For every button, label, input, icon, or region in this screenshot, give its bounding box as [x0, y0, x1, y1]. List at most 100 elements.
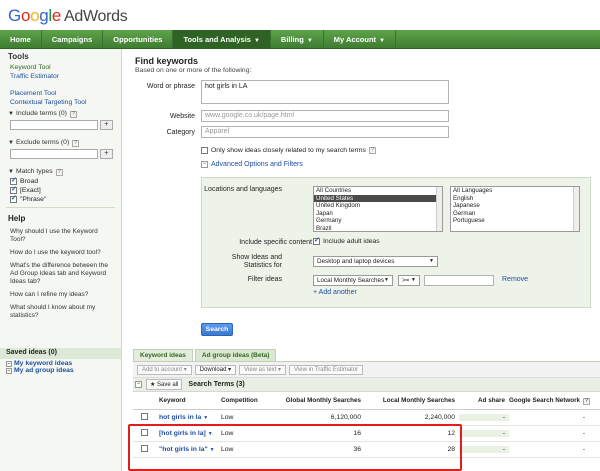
sidebar-item-contextual-targeting-tool[interactable]: Contextual Targeting Tool	[0, 98, 121, 107]
add-to-account-button[interactable]: Add to account ▾	[137, 364, 192, 375]
page-title: Find keywords	[135, 56, 199, 66]
list-item[interactable]: Japanese	[451, 202, 579, 210]
nav-opportunities[interactable]: Opportunities	[103, 30, 174, 48]
list-item[interactable]: Japan	[314, 210, 442, 218]
keyword-link[interactable]: [hot girls in la]	[159, 430, 206, 437]
only-closely-related[interactable]: Only show ideas closely related to my se…	[201, 147, 376, 154]
checkbox[interactable]	[201, 147, 208, 154]
chevron-down-icon[interactable]: ▼	[203, 415, 208, 421]
col-ad-share[interactable]: Ad share	[459, 397, 509, 404]
nav-tools-and-analysis[interactable]: Tools and Analysis ▼	[173, 30, 271, 48]
saved-ad-group-ideas[interactable]: − My ad group ideas	[0, 367, 80, 374]
help-question[interactable]: What's the difference between the Ad Gro…	[0, 259, 121, 288]
tab-ad-group-ideas[interactable]: Ad group ideas (Beta)	[194, 349, 277, 361]
match-phrase[interactable]: "Phrase"	[0, 194, 121, 203]
exclude-terms-input[interactable]	[10, 149, 98, 159]
nav-home[interactable]: Home	[0, 30, 42, 48]
list-item[interactable]: United Kingdom	[314, 202, 442, 210]
checkbox[interactable]	[10, 194, 17, 203]
device-select[interactable]: Desktop and laptop devices ▼	[313, 256, 438, 267]
advanced-options-link[interactable]: − Advanced Options and Filters	[201, 161, 303, 168]
gsn-cell: -	[582, 446, 585, 453]
help-question[interactable]: How do I use the keyword tool?	[0, 246, 121, 259]
help-question[interactable]: Why should I use the Keyword Tool?	[0, 225, 121, 246]
filter-operator-select[interactable]: >= ▼	[398, 275, 420, 286]
checkbox[interactable]	[141, 413, 148, 420]
help-icon[interactable]: ?	[368, 147, 376, 154]
list-item[interactable]: All Languages	[451, 187, 579, 195]
match-exact[interactable]: [Exact]	[0, 185, 121, 194]
checkbox[interactable]	[141, 429, 148, 436]
category-placeholder: Apparel	[205, 128, 230, 135]
include-terms-input[interactable]	[10, 120, 98, 130]
col-google-search-network[interactable]: Google Search Network?	[509, 397, 595, 405]
list-item[interactable]: United States	[314, 194, 442, 202]
include-terms-label: Include terms (0)	[15, 110, 67, 117]
help-question[interactable]: How can I refine my ideas?	[0, 288, 121, 301]
nav-label: My Account	[333, 35, 377, 44]
help-icon[interactable]: ?	[55, 169, 63, 176]
chevron-down-icon: ▼	[384, 277, 389, 283]
saved-keyword-ideas[interactable]: − My keyword ideas	[0, 360, 80, 367]
filter-value-input[interactable]	[424, 275, 494, 286]
list-item[interactable]: German	[451, 210, 579, 218]
col-competition[interactable]: Competition	[217, 397, 277, 404]
checkbox[interactable]	[141, 445, 148, 452]
match-types-toggle[interactable]: ▼ Match types?	[0, 165, 121, 176]
filter-field-select[interactable]: Local Monthly Searches ▼	[313, 275, 393, 286]
checkbox[interactable]	[313, 236, 320, 245]
languages-listbox[interactable]: All Languages English Japanese German Po…	[450, 186, 580, 232]
include-add-button[interactable]: +	[99, 120, 113, 130]
word-input[interactable]: hot girls in LA	[201, 80, 449, 104]
nav-campaigns[interactable]: Campaigns	[42, 30, 104, 48]
sidebar-item-traffic-estimator[interactable]: Traffic Estimator	[0, 72, 121, 81]
save-all-button[interactable]: ★ Save all	[146, 379, 183, 390]
nav-billing[interactable]: Billing ▼	[271, 30, 324, 48]
gsn-cell: -	[582, 430, 585, 437]
nav-my-account[interactable]: My Account ▼	[324, 30, 396, 48]
match-phrase-label: "Phrase"	[20, 196, 47, 203]
help-icon[interactable]: ?	[69, 111, 77, 118]
keyword-link[interactable]: hot girls in la	[159, 414, 201, 421]
view-as-text-button[interactable]: View as text ▾	[239, 364, 287, 375]
include-adult-ideas[interactable]: Include adult ideas	[313, 236, 380, 245]
chevron-down-icon[interactable]: ▼	[210, 447, 215, 453]
remove-filter-link[interactable]: Remove	[502, 276, 528, 283]
col-keyword[interactable]: Keyword	[155, 397, 217, 404]
main-content: Find keywords Based on one or more of th…	[123, 49, 600, 471]
exclude-terms-toggle[interactable]: ▼ Exclude terms (0)?	[0, 136, 121, 147]
category-input[interactable]: Apparel	[201, 126, 449, 138]
chevron-down-icon[interactable]: ▼	[208, 431, 213, 437]
tab-keyword-ideas[interactable]: Keyword ideas	[133, 349, 193, 361]
include-terms-toggle[interactable]: ▼ Include terms (0)?	[0, 107, 121, 118]
search-button[interactable]: Search	[201, 323, 233, 336]
minus-icon: −	[6, 368, 12, 374]
google-adwords-logo[interactable]: Google AdWords	[8, 6, 128, 26]
list-item[interactable]: Brazil	[314, 225, 442, 232]
help-question[interactable]: What should I know about my statistics?	[0, 301, 121, 322]
help-icon[interactable]: ?	[72, 140, 80, 147]
sidebar-item-placement-tool[interactable]: Placement Tool	[0, 89, 121, 98]
add-another-filter-link[interactable]: + Add another	[313, 289, 357, 296]
download-button[interactable]: Download ▾	[194, 364, 237, 375]
list-item[interactable]: Germany	[314, 217, 442, 225]
col-global-searches[interactable]: Global Monthly Searches	[277, 397, 365, 404]
website-input[interactable]: www.google.co.uk/page.html	[201, 110, 449, 122]
checkbox[interactable]	[10, 185, 17, 194]
scrollbar[interactable]	[573, 187, 579, 231]
checkbox[interactable]	[10, 176, 17, 185]
minus-icon[interactable]: −	[135, 381, 142, 388]
list-item[interactable]: Portuguese	[451, 217, 579, 225]
sidebar-item-keyword-tool[interactable]: Keyword Tool	[0, 63, 121, 72]
locations-listbox[interactable]: All Countries United States United Kingd…	[313, 186, 443, 232]
scrollbar[interactable]	[436, 187, 442, 231]
website-label: Website	[169, 113, 195, 120]
col-local-searches[interactable]: Local Monthly Searches	[365, 397, 459, 404]
list-item[interactable]: English	[451, 195, 579, 203]
exclude-add-button[interactable]: +	[99, 149, 113, 159]
match-broad[interactable]: Broad	[0, 176, 121, 185]
view-in-traffic-estimator-button[interactable]: View in Traffic Estimator	[289, 364, 364, 375]
keyword-link[interactable]: "hot girls in la"	[159, 446, 208, 453]
help-icon[interactable]: ?	[583, 397, 591, 405]
list-item[interactable]: All Countries	[314, 187, 442, 195]
